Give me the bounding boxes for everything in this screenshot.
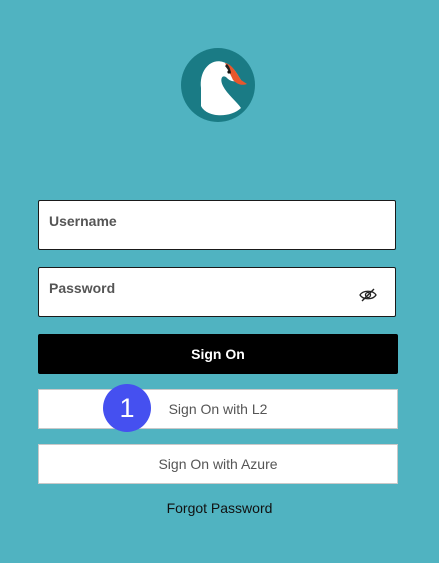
username-input[interactable] (39, 201, 395, 249)
password-input[interactable] (39, 268, 395, 316)
sign-on-azure-button[interactable]: Sign On with Azure (38, 444, 398, 484)
username-field[interactable] (38, 200, 396, 250)
swan-logo-icon (181, 48, 255, 122)
annotation-badge: 1 (103, 384, 151, 432)
sign-on-l2-button[interactable]: Sign On with L2 (38, 389, 398, 429)
sign-on-button[interactable]: Sign On (38, 334, 398, 374)
password-field[interactable] (38, 267, 396, 317)
forgot-password-link[interactable]: Forgot Password (0, 500, 439, 516)
eye-slash-icon[interactable] (359, 288, 377, 302)
